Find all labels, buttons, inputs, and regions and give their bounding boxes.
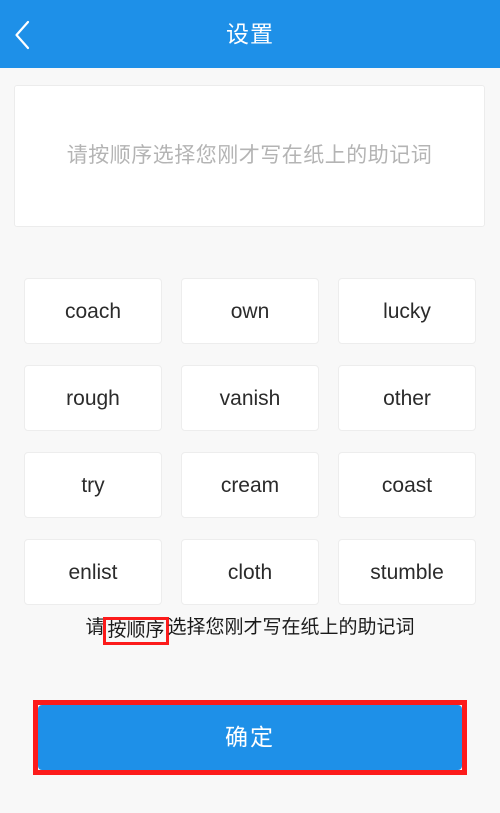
- word-option-label: cloth: [227, 560, 273, 584]
- word-option-other[interactable]: other: [338, 365, 476, 431]
- order-hint-text: 请按顺序 选择您刚才写在纸上的助记词: [0, 614, 500, 645]
- word-option-label: coach: [64, 299, 122, 323]
- word-bank-grid: coach own lucky rough vanish other try c…: [24, 278, 477, 605]
- order-hint-highlight-box: 按顺序: [103, 617, 169, 645]
- order-hint-suffix: 选择您刚才写在纸上的助记词: [167, 617, 415, 638]
- order-hint-prefix: 请: [85, 617, 105, 638]
- word-option-label: enlist: [68, 560, 118, 584]
- word-option-label: coast: [381, 473, 433, 497]
- word-option-label: rough: [66, 386, 120, 410]
- confirm-button[interactable]: 确定: [38, 705, 462, 770]
- page-title: 设置: [226, 20, 274, 47]
- word-option-label: stumble: [370, 560, 444, 584]
- word-option-own[interactable]: own: [181, 278, 319, 344]
- word-option-label: cream: [220, 473, 280, 497]
- word-option-cream[interactable]: cream: [181, 452, 319, 518]
- word-option-vanish[interactable]: vanish: [181, 365, 319, 431]
- word-option-coast[interactable]: coast: [338, 452, 476, 518]
- word-option-lucky[interactable]: lucky: [338, 278, 476, 344]
- mnemonic-input-area[interactable]: 请按顺序选择您刚才写在纸上的助记词: [14, 85, 485, 227]
- word-option-label: lucky: [383, 299, 431, 323]
- word-option-enlist[interactable]: enlist: [24, 539, 162, 605]
- word-option-label: other: [383, 386, 431, 410]
- word-option-coach[interactable]: coach: [24, 278, 162, 344]
- word-option-label: vanish: [219, 386, 281, 410]
- word-option-try[interactable]: try: [24, 452, 162, 518]
- word-option-rough[interactable]: rough: [24, 365, 162, 431]
- word-option-label: own: [230, 299, 270, 323]
- mnemonic-input-placeholder: 请按顺序选择您刚才写在纸上的助记词: [66, 144, 433, 168]
- word-option-label: try: [81, 473, 105, 497]
- word-option-stumble[interactable]: stumble: [338, 539, 476, 605]
- confirm-button-label: 确定: [225, 724, 275, 750]
- word-option-cloth[interactable]: cloth: [181, 539, 319, 605]
- back-button[interactable]: [0, 14, 44, 56]
- app-header: 设置: [0, 0, 500, 68]
- chevron-left-icon: [13, 20, 31, 50]
